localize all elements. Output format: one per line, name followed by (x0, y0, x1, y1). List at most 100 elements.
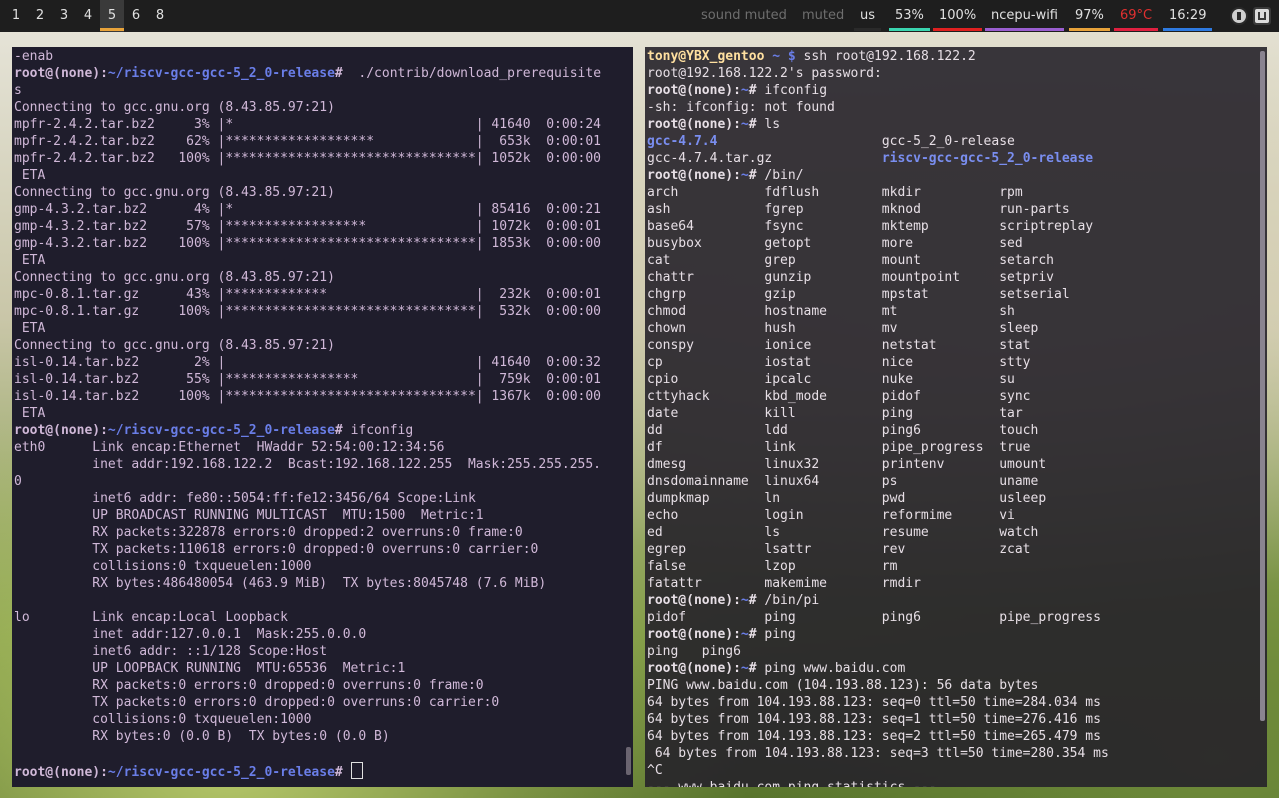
terminal-line: inet6 addr: ::1/128 Scope:Host (14, 644, 328, 659)
terminal-line: RX packets:0 errors:0 dropped:0 overruns… (14, 678, 484, 693)
terminal-line: -sh: ifconfig: not found (647, 100, 835, 115)
terminal-line: cat grep mount setarch (647, 253, 1054, 268)
terminal-right-scrollbar[interactable] (1260, 51, 1265, 721)
tray-app-icon[interactable] (1230, 7, 1248, 25)
cursor (350, 762, 363, 779)
terminal-line: mpc-0.8.1.tar.gz 100% |*****************… (14, 304, 601, 319)
terminal-line: root@(none):~# ping www.baidu.com (647, 661, 906, 676)
terminal-left-scrollbar[interactable] (626, 747, 631, 775)
workspace-5-active[interactable]: 5 (100, 0, 124, 32)
terminal-line: 64 bytes from 104.193.88.123: seq=0 ttl=… (647, 695, 1101, 710)
workspace-8[interactable]: 8 (148, 0, 172, 32)
terminal-right[interactable]: tony@YBX_gentoo ~ $ ssh root@192.168.122… (645, 47, 1267, 787)
terminal-line: gcc-4.7.4.tar.gz riscv-gcc-gcc-5_2_0-rel… (647, 151, 1094, 166)
terminal-line: mpfr-2.4.2.tar.bz2 3% |* | 41640 0:00:24 (14, 117, 601, 132)
keyboard-layout: us (854, 0, 882, 32)
terminal-line: isl-0.14.tar.bz2 2% | | 41640 0:00:32 (14, 355, 601, 370)
terminal-line: root@(none):~# /bin/ (647, 168, 804, 183)
terminal-right-output: tony@YBX_gentoo ~ $ ssh root@192.168.122… (647, 48, 1109, 787)
terminal-line: chmod hostname mt sh (647, 304, 1015, 319)
terminal-line: 0 (14, 474, 22, 489)
terminal-line: root@(none):~/riscv-gcc-gcc-5_2_0-releas… (14, 66, 602, 81)
workspace-1[interactable]: 1 (4, 0, 28, 32)
terminal-line: cpio ipcalc nuke su (647, 372, 1015, 387)
terminal-line: chattr gunzip mountpoint setpriv (647, 270, 1054, 285)
terminal-line: mpc-0.8.1.tar.gz 43% |************* | 23… (14, 287, 601, 302)
terminal-line: dumpkmap ln pwd usleep (647, 491, 1047, 506)
workspace-6[interactable]: 6 (124, 0, 148, 32)
terminal-line: RX bytes:486480054 (463.9 MiB) TX bytes:… (14, 576, 547, 591)
battery-status: 53% (889, 0, 930, 32)
workspace-2[interactable]: 2 (28, 0, 52, 32)
tray-terminal-icon[interactable] (1253, 7, 1271, 25)
terminal-line: ETA (14, 253, 46, 268)
terminal-line: -enab (14, 49, 54, 64)
terminal-line: TX packets:0 errors:0 dropped:0 overruns… (14, 695, 500, 710)
mic-status: muted (802, 8, 845, 23)
terminal-line: RX bytes:0 (0.0 B) TX bytes:0 (0.0 B) (14, 729, 390, 744)
terminal-line: echo login reformime vi (647, 508, 1015, 523)
terminal-line: collisions:0 txqueuelen:1000 (14, 712, 312, 727)
sound-status: sound muted (701, 8, 787, 23)
terminal-line: Connecting to gcc.gnu.org (8.43.85.97:21… (14, 100, 335, 115)
workspace-4[interactable]: 4 (76, 0, 100, 32)
terminal-line: ETA (14, 168, 46, 183)
terminal-left[interactable]: -enab root@(none):~/riscv-gcc-gcc-5_2_0-r… (12, 47, 633, 787)
terminal-line: s (14, 83, 22, 98)
terminal-line: inet addr:127.0.0.1 Mask:255.0.0.0 (14, 627, 367, 642)
terminal-line: dnsdomainname linux64 ps uname (647, 474, 1039, 489)
terminal-line: Connecting to gcc.gnu.org (8.43.85.97:21… (14, 338, 335, 353)
terminal-line: mpfr-2.4.2.tar.bz2 62% |****************… (14, 134, 601, 149)
terminal-line: root@(none):~# /bin/pi (647, 593, 820, 608)
terminal-line: --- www.baidu.com ping statistics --- (647, 779, 1109, 787)
clock: 16:29 (1163, 0, 1213, 32)
terminal-line: cttyhack kbd_mode pidof sync (647, 389, 1031, 404)
terminal-line: gcc-4.7.4 gcc-5_2_0-release (647, 134, 1015, 149)
terminal-line: pidof ping ping6 pipe_progress (647, 610, 1101, 625)
terminal-line: tony@YBX_gentoo ~ $ ssh root@192.168.122… (647, 49, 976, 64)
terminal-line: chown hush mv sleep (647, 321, 1039, 336)
terminal-line: chgrp gzip mpstat setserial (647, 287, 1070, 302)
wifi-signal: 97% (1069, 0, 1110, 32)
terminal-line: 64 bytes from 104.193.88.123: seq=1 ttl=… (647, 712, 1101, 727)
terminal-line: Connecting to gcc.gnu.org (8.43.85.97:21… (14, 270, 335, 285)
terminal-line: date kill ping tar (647, 406, 1023, 421)
terminal-line: ETA (14, 321, 46, 336)
terminal-line: conspy ionice netstat stat (647, 338, 1031, 353)
brightness-status: 100% (933, 0, 983, 32)
terminal-line: df link pipe_progress true (647, 440, 1031, 455)
terminal-line: cp iostat nice stty (647, 355, 1031, 370)
terminal-line: gmp-4.3.2.tar.bz2 4% |* | 85416 0:00:21 (14, 202, 601, 217)
terminal-line: arch fdflush mkdir rpm (647, 185, 1023, 200)
cpu-temperature: 69°C (1114, 0, 1159, 32)
terminal-line: 64 bytes from 104.193.88.123: seq=3 ttl=… (647, 746, 1109, 761)
terminal-line: inet addr:192.168.122.2 Bcast:192.168.12… (14, 457, 601, 472)
status-bar: 1 2 3 4 5 6 8 sound muted muted us 53% 1… (0, 0, 1279, 32)
terminal-line: PING www.baidu.com (104.193.88.123): 56 … (647, 678, 1039, 693)
terminal-line: lo Link encap:Local Loopback (14, 610, 288, 625)
terminal-line: ping ping6 (647, 644, 741, 659)
terminal-line: busybox getopt more sed (647, 236, 1023, 251)
terminal-line: collisions:0 txqueuelen:1000 (14, 559, 312, 574)
terminal-line: inet6 addr: fe80::5054:ff:fe12:3456/64 S… (14, 491, 476, 506)
terminal-line: Connecting to gcc.gnu.org (8.43.85.97:21… (14, 185, 335, 200)
terminal-line: gmp-4.3.2.tar.bz2 100% |****************… (14, 236, 601, 251)
terminal-line: fatattr makemime rmdir (647, 576, 921, 591)
terminal-line: isl-0.14.tar.bz2 55% |***************** … (14, 372, 601, 387)
terminal-line: 64 bytes from 104.193.88.123: seq=2 ttl=… (647, 729, 1101, 744)
terminal-line: dmesg linux32 printenv umount (647, 457, 1047, 472)
terminal-line: mpfr-2.4.2.tar.bz2 100% |***************… (14, 151, 601, 166)
terminal-line: root@(none):~/riscv-gcc-gcc-5_2_0-releas… (14, 423, 414, 438)
terminal-line: ash fgrep mknod run-parts (647, 202, 1070, 217)
terminal-line: base64 fsync mktemp scriptreplay (647, 219, 1094, 234)
wifi-name: ncepu-wifi (985, 0, 1064, 32)
terminal-line: dd ldd ping6 touch (647, 423, 1039, 438)
terminal-line: egrep lsattr rev zcat (647, 542, 1031, 557)
terminal-line: root@(none):~# ifconfig (647, 83, 828, 98)
terminal-line: root@192.168.122.2's password: (647, 66, 882, 81)
terminal-left-output: -enab root@(none):~/riscv-gcc-gcc-5_2_0-r… (14, 48, 602, 780)
workspace-3[interactable]: 3 (52, 0, 76, 32)
terminal-line: root@(none):~/riscv-gcc-gcc-5_2_0-releas… (14, 762, 601, 780)
